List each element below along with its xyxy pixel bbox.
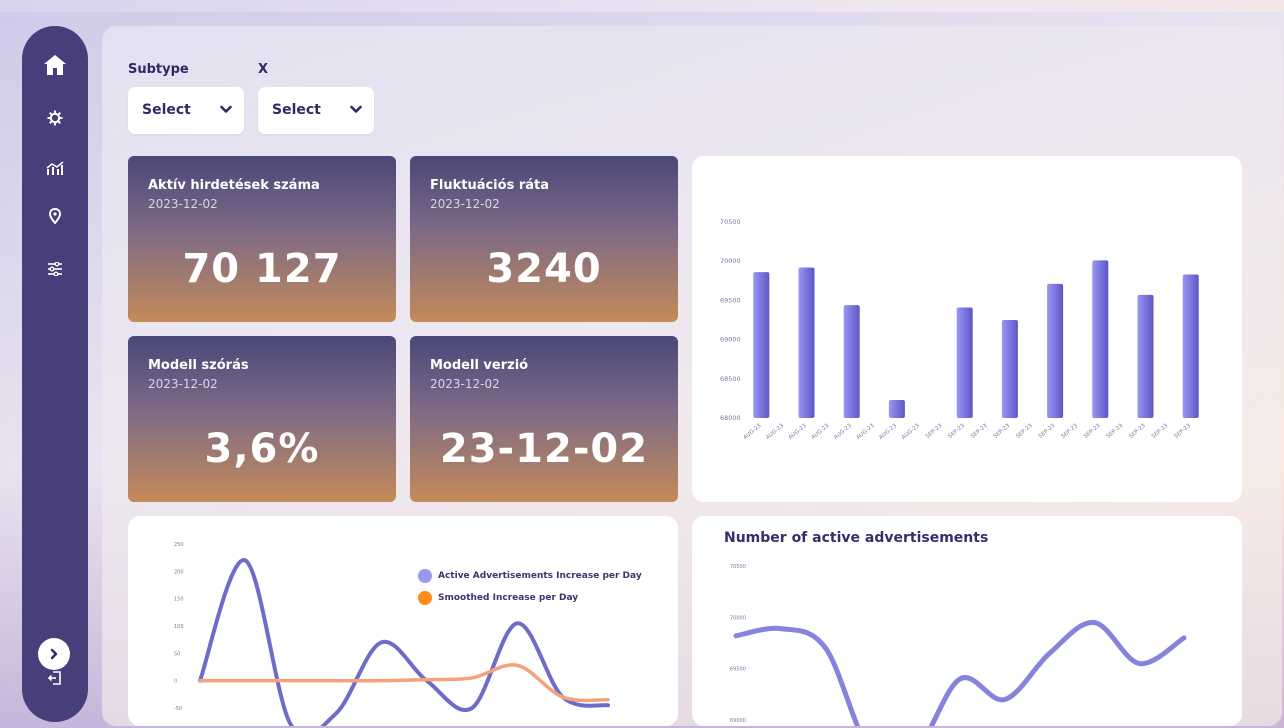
x-tick-label: AUG-23: [856, 423, 876, 441]
logout-icon[interactable]: [22, 661, 88, 695]
y-tick-label: 69500: [730, 667, 746, 673]
x-tick-label: SEP-23: [970, 423, 989, 440]
bar-chart-card: 68000 68500 69000 69500 70000 70500 AUG-23 AUG-…: [692, 156, 1242, 502]
sidebar: [22, 26, 88, 722]
active-ads-chart-card: Number of active advertisements 69000 695…: [692, 516, 1242, 726]
kpi-date: 2023-12-02: [430, 197, 500, 211]
increase-chart-card: -50 0 50 100 150 200 250 Active Advertisements…: [128, 516, 678, 726]
kpi-card-model-version: Modell verzió 2023-12-02 23-12-02: [410, 336, 678, 502]
kpi-card-active-ads: Aktív hirdetések száma 2023-12-02 70 127: [128, 156, 396, 322]
x-tick-label: AUG-23: [810, 423, 830, 441]
x-tick-label: SEP-23: [1106, 423, 1125, 440]
legend-label-active: Active Advertisements Increase per Day: [438, 571, 642, 581]
kpi-title: Modell szórás: [148, 358, 249, 373]
y-tick-label: 100: [174, 624, 184, 630]
active-ads-line-chart: 69000 69500 70000 70500: [730, 564, 1187, 726]
legend-label-smoothed: Smoothed Increase per Day: [438, 593, 579, 603]
x-tick-label: AUG-23: [765, 423, 785, 441]
y-tick-label: 68500: [720, 375, 741, 383]
bar: [753, 272, 770, 418]
kpi-date: 2023-12-02: [148, 377, 218, 391]
kpi-card-model-deviation: Modell szórás 2023-12-02 3,6%: [128, 336, 396, 502]
y-tick-label: 150: [174, 597, 184, 603]
x-tick-label: SEP-23: [993, 423, 1012, 440]
analytics-icon[interactable]: [22, 151, 88, 185]
kpi-date: 2023-12-02: [430, 377, 500, 391]
y-tick-label: 70500: [720, 218, 741, 226]
bar: [1092, 260, 1109, 418]
kpi-value: 3240: [486, 246, 602, 292]
kpi-card-fluctuation-rate: Fluktuációs ráta 2023-12-02 3240: [410, 156, 678, 322]
bar-chart: 680006850069000695007000070500AUG-23 AUG-…: [720, 218, 1199, 441]
chart-title: Number of active advertisements: [724, 530, 989, 546]
subtype-label: Subtype: [128, 62, 189, 77]
bar: [1182, 274, 1199, 418]
kpi-value: 23-12-02: [439, 426, 649, 472]
x-label: X: [258, 62, 269, 77]
x-tick-label: AUG-23: [833, 423, 853, 441]
series-line-active-ads: [733, 619, 1187, 726]
bar: [888, 399, 905, 418]
bar: [1047, 283, 1064, 418]
series-line-active: [198, 558, 610, 726]
sliders-icon[interactable]: [22, 252, 88, 286]
y-tick-label: 50: [174, 651, 180, 657]
kpi-title: Aktív hirdetések száma: [148, 178, 320, 193]
y-tick-label: 200: [174, 569, 184, 575]
y-tick-label: 68000: [720, 414, 741, 422]
y-tick-label: 70500: [730, 564, 746, 570]
increase-line-chart: -50 0 50 100 150 200 250: [174, 542, 610, 726]
y-tick-label: 250: [174, 542, 184, 548]
location-icon[interactable]: [22, 199, 88, 233]
y-tick-label: 69000: [730, 718, 746, 724]
kpi-title: Modell verzió: [430, 358, 529, 373]
x-tick-label: AUG-23: [901, 423, 921, 441]
y-tick-label: 70000: [730, 615, 746, 621]
x-select[interactable]: Select: [258, 87, 374, 134]
y-tick-label: 70000: [720, 257, 741, 265]
x-tick-label: SEP-23: [1038, 423, 1057, 440]
x-tick-label: SEP-23: [1128, 423, 1147, 440]
gear-icon[interactable]: [22, 101, 88, 135]
bar: [956, 307, 973, 418]
bar: [1001, 320, 1018, 418]
legend-swatch-smoothed: [418, 591, 432, 605]
bar: [843, 305, 860, 418]
chevron-down-icon: [350, 105, 362, 113]
x-tick-label: SEP-23: [1015, 423, 1034, 440]
chevron-down-icon: [220, 105, 232, 113]
x-tick-label: AUG-23: [743, 423, 763, 441]
chevron-right-icon: [50, 648, 58, 660]
x-tick-label: SEP-23: [925, 423, 944, 440]
x-tick-label: SEP-23: [1083, 423, 1102, 440]
kpi-value: 70 127: [182, 246, 342, 292]
y-tick-label: -50: [174, 706, 182, 712]
y-tick-label: 0: [174, 679, 177, 685]
bar: [798, 267, 815, 418]
y-tick-label: 69000: [720, 336, 741, 344]
bar: [1137, 294, 1154, 418]
x-tick-label: AUG-23: [788, 423, 808, 441]
x-tick-label: SEP-23: [1060, 423, 1079, 440]
x-tick-label: SEP-23: [947, 423, 966, 440]
x-tick-label: AUG-23: [878, 423, 898, 441]
kpi-value: 3,6%: [204, 426, 320, 472]
subtype-select-value: Select: [142, 102, 191, 118]
x-select-value: Select: [272, 102, 321, 118]
x-tick-label: SEP-23: [1151, 423, 1170, 440]
kpi-title: Fluktuációs ráta: [430, 178, 550, 193]
home-icon[interactable]: [22, 48, 88, 82]
subtype-select[interactable]: Select: [128, 87, 244, 134]
x-tick-label: SEP-23: [1173, 423, 1192, 440]
kpi-date: 2023-12-02: [148, 197, 218, 211]
y-tick-label: 69500: [720, 296, 741, 304]
legend-swatch-active: [418, 569, 432, 583]
